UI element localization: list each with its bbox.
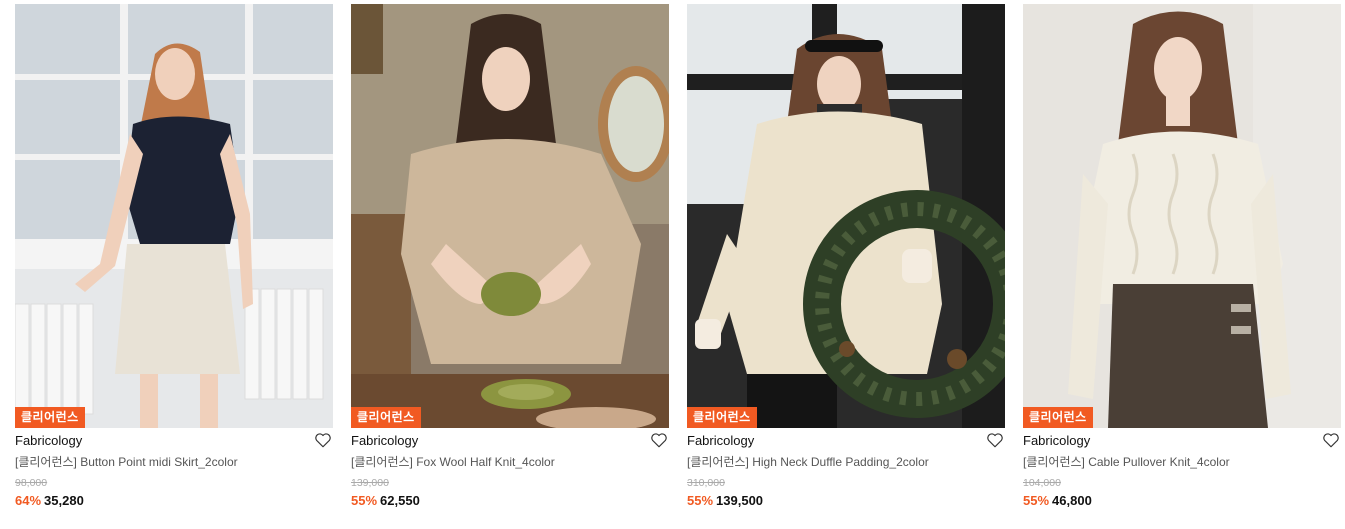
sale-price: 46,800 xyxy=(1052,493,1092,508)
brand-name[interactable]: Fabricology xyxy=(1023,430,1341,452)
sale-price: 35,280 xyxy=(44,493,84,508)
wishlist-heart-icon[interactable] xyxy=(1322,431,1340,449)
price-row: 55% 62,550 xyxy=(351,493,669,509)
clearance-badge: 클리어런스 xyxy=(15,407,85,428)
product-photo-cable-knit xyxy=(1023,4,1341,428)
clearance-badge: 클리어런스 xyxy=(687,407,757,428)
original-price: 104,000 xyxy=(1023,477,1061,489)
clearance-badge: 클리어런스 xyxy=(351,407,421,428)
clearance-badge: 클리어런스 xyxy=(1023,407,1093,428)
sale-price: 62,550 xyxy=(380,493,420,508)
brand-name[interactable]: Fabricology xyxy=(687,430,1005,452)
product-card[interactable]: 클리어런스 Fabricology [클리어런스] Fox Wool Half … xyxy=(351,4,669,509)
product-image[interactable]: 클리어런스 xyxy=(15,4,333,428)
discount-rate: 55% xyxy=(1023,493,1050,508)
brand-name[interactable]: Fabricology xyxy=(351,430,669,452)
original-price: 310,000 xyxy=(687,477,725,489)
original-price: 98,000 xyxy=(15,477,48,489)
sale-price: 139,500 xyxy=(716,493,764,508)
product-card[interactable]: 클리어런스 Fabricology [클리어런스] Cable Pullover… xyxy=(1023,4,1341,509)
product-title[interactable]: [클리어런스] Cable Pullover Knit_4color xyxy=(1023,454,1341,470)
brand-name[interactable]: Fabricology xyxy=(15,430,333,452)
product-card[interactable]: 클리어런스 Fabricology [클리어런스] Button Point m… xyxy=(15,4,333,509)
product-photo-skirt xyxy=(15,4,333,428)
discount-rate: 55% xyxy=(687,493,714,508)
product-photo-padding xyxy=(687,4,1005,428)
discount-rate: 64% xyxy=(15,493,42,508)
product-title[interactable]: [클리어런스] Button Point midi Skirt_2color xyxy=(15,454,333,470)
product-card[interactable]: 클리어런스 Fabricology [클리어런스] High Neck Duff… xyxy=(687,4,1005,509)
price-row: 64% 35,280 xyxy=(15,493,333,509)
original-price: 139,000 xyxy=(351,477,389,489)
discount-rate: 55% xyxy=(351,493,378,508)
product-title[interactable]: [클리어런스] Fox Wool Half Knit_4color xyxy=(351,454,669,470)
wishlist-heart-icon[interactable] xyxy=(986,431,1004,449)
price-row: 55% 46,800 xyxy=(1023,493,1341,509)
product-photo-knit xyxy=(351,4,669,428)
product-image[interactable]: 클리어런스 xyxy=(351,4,669,428)
wishlist-heart-icon[interactable] xyxy=(314,431,332,449)
product-image[interactable]: 클리어런스 xyxy=(687,4,1005,428)
price-row: 55% 139,500 xyxy=(687,493,1005,509)
wishlist-heart-icon[interactable] xyxy=(650,431,668,449)
product-title[interactable]: [클리어런스] High Neck Duffle Padding_2color xyxy=(687,454,1005,470)
product-image[interactable]: 클리어런스 xyxy=(1023,4,1341,428)
